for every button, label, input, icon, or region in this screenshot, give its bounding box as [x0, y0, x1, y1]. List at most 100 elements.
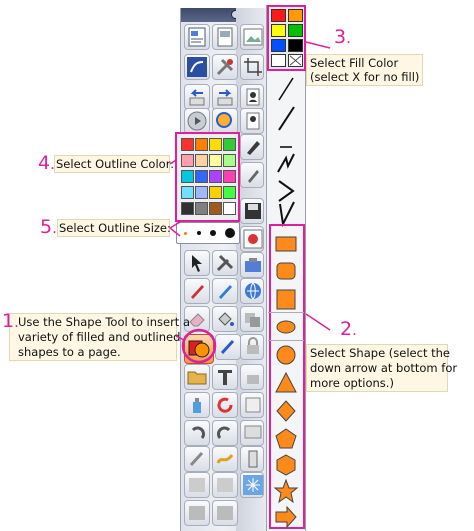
- step-number-shape: 2.: [340, 318, 357, 340]
- outline-color-swatch[interactable]: [209, 154, 222, 167]
- globe-icon[interactable]: [240, 278, 264, 304]
- lock-closed-icon[interactable]: [240, 364, 264, 390]
- pen-icon[interactable]: [184, 278, 210, 304]
- outline-color-swatch[interactable]: [209, 170, 222, 183]
- redo-page-icon[interactable]: [212, 84, 238, 110]
- outline-color-swatch[interactable]: [181, 154, 194, 167]
- outline-color-swatch[interactable]: [195, 138, 208, 151]
- marker-icon[interactable]: [240, 162, 264, 188]
- fill-color-swatch[interactable]: [288, 24, 303, 37]
- outline-color-swatch[interactable]: [209, 186, 222, 199]
- outline-color-swatch[interactable]: [181, 170, 194, 183]
- fill-color-swatch[interactable]: [271, 39, 286, 52]
- triangle-shape-icon[interactable]: [270, 368, 302, 398]
- highlight-pen-icon[interactable]: [212, 278, 238, 304]
- outline-color-swatch[interactable]: [223, 154, 236, 167]
- no-fill-swatch[interactable]: [288, 54, 303, 67]
- screen-shade-icon[interactable]: [184, 472, 210, 498]
- step-number-outline-color: 4.: [38, 152, 55, 174]
- outline-color-callout-text: Select Outline Color:: [56, 157, 175, 171]
- creative-pen-icon[interactable]: [212, 446, 238, 472]
- outline-color-swatch[interactable]: [209, 138, 222, 151]
- folder-icon[interactable]: [184, 364, 210, 390]
- line-tool-icon[interactable]: [270, 74, 302, 104]
- fill-callout-line-2: (select X for no fill): [310, 70, 420, 84]
- size-option-2[interactable]: [197, 231, 201, 235]
- contact-icon[interactable]: [240, 108, 264, 134]
- lock-icon[interactable]: [240, 334, 264, 360]
- camera-icon[interactable]: [240, 252, 264, 278]
- right-arrow-shape-icon[interactable]: [270, 502, 302, 531]
- fill-color-swatch[interactable]: [271, 9, 286, 22]
- magnifier-icon[interactable]: [212, 108, 238, 134]
- fill-color-swatch[interactable]: [288, 39, 303, 52]
- save-icon[interactable]: [240, 198, 264, 224]
- select-arrow-icon[interactable]: [184, 250, 210, 276]
- line-pen-icon[interactable]: [215, 334, 241, 360]
- size-option-4[interactable]: [225, 228, 235, 238]
- snowflake-icon[interactable]: [240, 472, 264, 498]
- tools-wrench-icon[interactable]: [212, 250, 238, 276]
- text-tool-icon[interactable]: [212, 364, 238, 390]
- outline-color-swatch[interactable]: [195, 170, 208, 183]
- tool-extra-2-icon[interactable]: [212, 500, 238, 526]
- fill-color-swatch[interactable]: [288, 9, 303, 22]
- crop-icon[interactable]: [240, 54, 264, 80]
- diamond-shape-icon[interactable]: [270, 396, 302, 426]
- outline-size-callout-text: Select Outline Size:: [59, 221, 171, 235]
- highlighter-icon[interactable]: [240, 134, 264, 160]
- shape-tool-icon[interactable]: [184, 334, 214, 364]
- diagonal-line-tool-icon[interactable]: [270, 104, 302, 134]
- record-icon[interactable]: [240, 226, 264, 252]
- undo-icon[interactable]: [184, 420, 210, 446]
- tool-extra-icon[interactable]: [184, 500, 210, 526]
- pen-tool-icon[interactable]: [184, 54, 210, 80]
- outline-color-swatch[interactable]: [195, 202, 208, 215]
- shape-tool-callout-line-3: shapes to a page.: [18, 345, 121, 359]
- clone-icon[interactable]: [240, 306, 264, 332]
- tools-icon[interactable]: [212, 54, 238, 80]
- capture-icon[interactable]: [212, 472, 238, 498]
- shape-tool-callout-line-1: Use the Shape Tool to insert a: [18, 315, 191, 329]
- step-number-outline-size: 5.: [40, 216, 57, 238]
- outline-color-swatch[interactable]: [223, 186, 236, 199]
- outline-color-swatch[interactable]: [223, 202, 236, 215]
- fill-bucket-icon[interactable]: [212, 306, 238, 332]
- screen-icon[interactable]: [240, 420, 264, 446]
- refresh-icon[interactable]: [212, 392, 238, 418]
- square-shape-icon[interactable]: [270, 285, 302, 315]
- fill-color-swatch[interactable]: [271, 54, 286, 67]
- size-option-3[interactable]: [210, 230, 216, 236]
- outline-color-swatch[interactable]: [223, 170, 236, 183]
- outline-color-palette: [175, 132, 240, 222]
- rectangle-shape-icon[interactable]: [270, 229, 302, 259]
- shape-callout-line-2: down arrow at bottom for: [310, 361, 458, 375]
- spray-icon[interactable]: [184, 392, 210, 418]
- rounded-rectangle-shape-icon[interactable]: [270, 256, 302, 286]
- gallery-icon[interactable]: [240, 24, 264, 50]
- zigzag-line-tool-icon[interactable]: [270, 148, 302, 178]
- user-icon[interactable]: [240, 84, 264, 110]
- grid-icon[interactable]: [240, 392, 264, 418]
- undo-page-icon[interactable]: [184, 84, 210, 110]
- outline-size-selector: [176, 222, 240, 244]
- magic-pen-icon[interactable]: [184, 446, 210, 472]
- ellipse-shape-icon[interactable]: [270, 312, 302, 342]
- circle-shape-icon[interactable]: [270, 340, 302, 370]
- notebook-page-icon[interactable]: [212, 24, 238, 50]
- outline-color-swatch[interactable]: [223, 138, 236, 151]
- size-option-1[interactable]: [184, 232, 187, 235]
- outline-color-swatch[interactable]: [181, 186, 194, 199]
- shape-tool-callout-line-2: variety of filled and outlined: [18, 330, 181, 344]
- play-icon[interactable]: [184, 108, 210, 134]
- fill-color-swatch[interactable]: [271, 24, 286, 37]
- outline-color-swatch[interactable]: [181, 138, 194, 151]
- redo-icon[interactable]: [212, 420, 238, 446]
- outline-color-swatch[interactable]: [195, 154, 208, 167]
- page-sorter-icon[interactable]: [184, 24, 210, 50]
- step-number-shape-tool: 1.: [2, 310, 19, 332]
- outline-color-swatch[interactable]: [181, 202, 194, 215]
- outline-color-swatch[interactable]: [195, 186, 208, 199]
- outline-color-swatch[interactable]: [209, 202, 222, 215]
- battery-icon[interactable]: [240, 446, 264, 472]
